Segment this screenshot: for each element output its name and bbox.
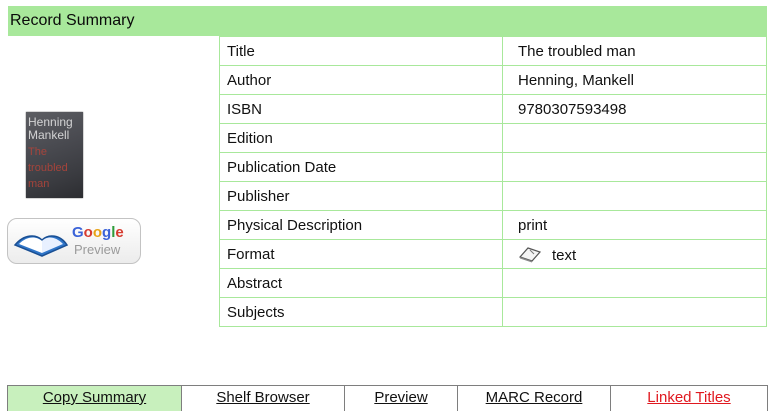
table-row: Physical Description print — [219, 210, 767, 240]
record-summary-header: Record Summary — [8, 6, 767, 36]
book-cover-image[interactable]: Henning Mankell The troubled man — [26, 112, 83, 198]
field-label: ISBN — [219, 94, 503, 124]
field-value — [502, 123, 767, 153]
format-text: text — [552, 246, 577, 264]
field-value — [502, 181, 767, 211]
cover-text-line: troubled — [28, 162, 68, 174]
field-label: Format — [219, 239, 503, 269]
field-value — [502, 297, 767, 327]
open-book-icon — [518, 246, 542, 262]
record-details-table: Title The troubled man Author Henning, M… — [219, 36, 767, 327]
table-row: Abstract — [219, 268, 767, 298]
field-value: print — [502, 210, 767, 240]
cover-text-line: man — [28, 178, 50, 190]
tab-copy-summary[interactable]: Copy Summary — [8, 386, 181, 411]
tab-shelf-browser[interactable]: Shelf Browser — [181, 386, 344, 411]
table-row: Publication Date — [219, 152, 767, 182]
field-label: Publisher — [219, 181, 503, 211]
table-row: Author Henning, Mankell — [219, 65, 767, 95]
record-tabs: Copy Summary Shelf Browser Preview MARC … — [7, 385, 768, 411]
field-label: Title — [219, 36, 503, 66]
table-row: Title The troubled man — [219, 36, 767, 66]
table-row: Edition — [219, 123, 767, 153]
table-row: Publisher — [219, 181, 767, 211]
google-preview-label: Preview — [74, 242, 121, 257]
tab-preview[interactable]: Preview — [344, 386, 457, 411]
field-value — [502, 268, 767, 298]
field-value: The troubled man — [502, 36, 767, 66]
header-title: Record Summary — [10, 12, 135, 29]
open-book-icon — [13, 235, 69, 257]
google-preview-button[interactable]: Google Preview — [7, 218, 141, 264]
cover-text-line: Henning — [28, 115, 73, 129]
field-value: 9780307593498 — [502, 94, 767, 124]
tab-marc-record[interactable]: MARC Record — [457, 386, 610, 411]
field-value-format: text — [502, 239, 767, 269]
table-row: Subjects — [219, 297, 767, 327]
field-label: Edition — [219, 123, 503, 153]
field-label: Abstract — [219, 268, 503, 298]
cover-text-line: The — [28, 146, 47, 158]
cover-text-line: Mankell — [28, 128, 70, 142]
field-value: Henning, Mankell — [502, 65, 767, 95]
table-row: Format text — [219, 239, 767, 269]
field-label: Publication Date — [219, 152, 503, 182]
field-value — [502, 152, 767, 182]
table-row: ISBN 9780307593498 — [219, 94, 767, 124]
google-logo: Google — [72, 224, 124, 241]
field-label: Subjects — [219, 297, 503, 327]
field-label: Author — [219, 65, 503, 95]
tab-linked-titles[interactable]: Linked Titles — [610, 386, 767, 411]
field-label: Physical Description — [219, 210, 503, 240]
